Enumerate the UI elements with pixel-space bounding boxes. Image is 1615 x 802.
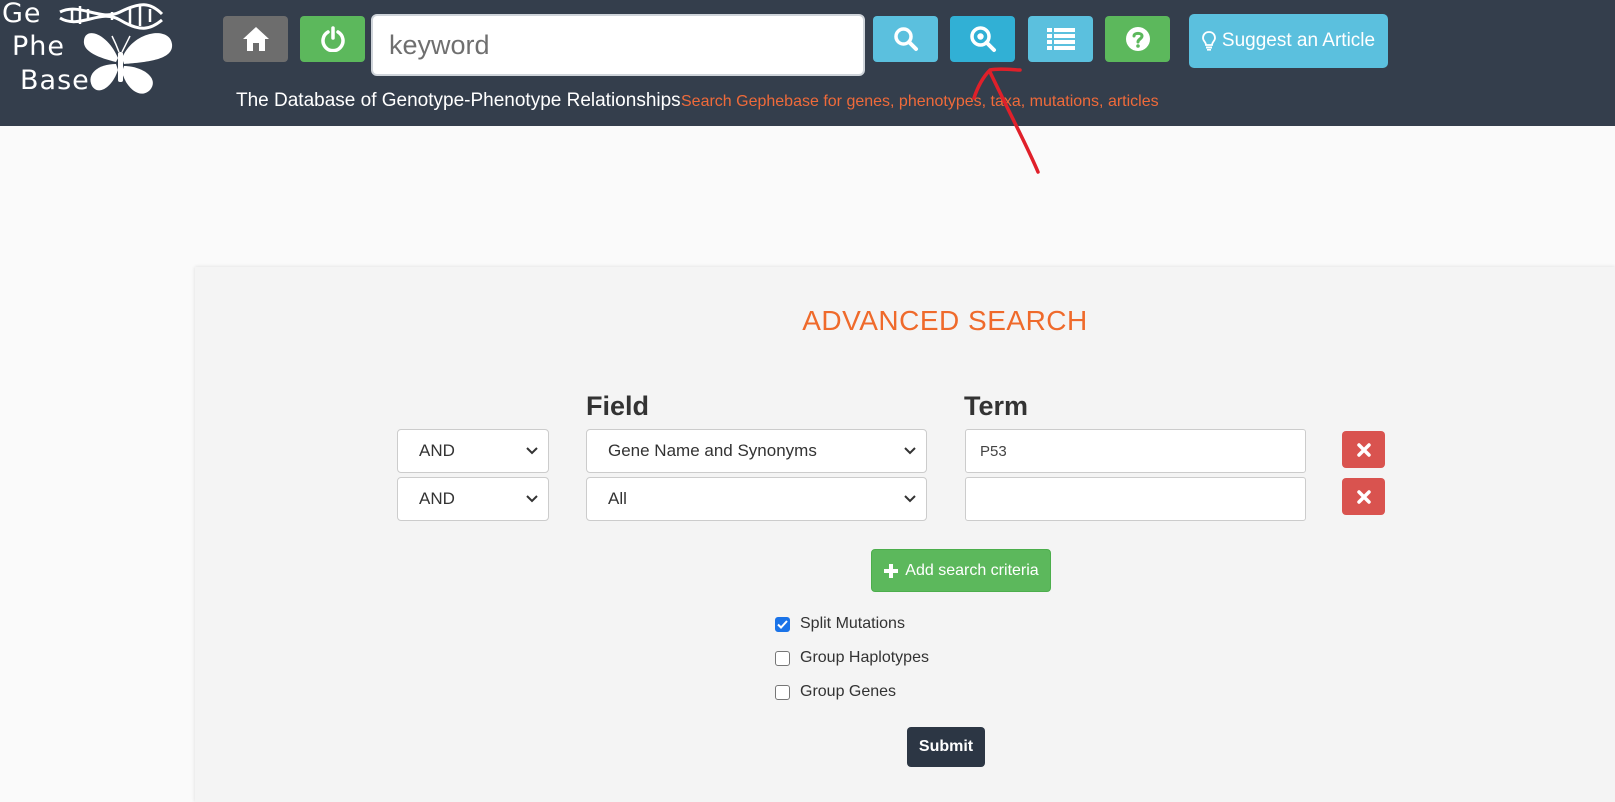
option-group-genes[interactable]: Group Genes (775, 683, 896, 701)
advanced-search-icon (969, 26, 996, 52)
gephebase-logo[interactable]: Ge Phe Base (0, 0, 180, 100)
advanced-search-title: ADVANCED SEARCH (802, 305, 1088, 336)
keyword-search-input[interactable] (371, 14, 865, 76)
option-group-haplotypes[interactable]: Group Haplotypes (775, 649, 929, 667)
suggest-article-button[interactable]: Suggest an Article (1189, 14, 1388, 68)
submit-button[interactable]: Submit (907, 727, 985, 767)
site-tagline: The Database of Genotype-Phenotype Relat… (236, 90, 681, 111)
close-icon (1356, 489, 1371, 504)
help-icon (1125, 27, 1150, 51)
chevron-down-icon (904, 447, 916, 455)
term-input-row-1[interactable] (965, 429, 1306, 473)
advanced-search-button[interactable] (950, 16, 1015, 62)
plus-icon (884, 563, 899, 578)
lightbulb-icon (1202, 31, 1216, 51)
remove-criteria-button-row-1[interactable] (1342, 431, 1385, 468)
term-input-row-2[interactable] (965, 477, 1306, 521)
chevron-down-icon (526, 495, 538, 503)
search-hint-text: Search Gephebase for genes, phenotypes, … (681, 93, 1159, 110)
logo-text-ge: Ge (2, 0, 42, 29)
checkmark-icon (777, 619, 788, 629)
advanced-search-panel (195, 267, 1615, 802)
power-icon (320, 26, 345, 52)
group-genes-label: Group Genes (800, 683, 897, 700)
field-column-header: Field (586, 391, 650, 421)
logo-text-phe: Phe (12, 31, 66, 62)
chevron-down-icon (526, 447, 538, 455)
help-button[interactable] (1105, 16, 1170, 62)
option-split-mutations[interactable]: Split Mutations (775, 615, 905, 633)
search-button[interactable] (873, 16, 938, 62)
split-mutations-checkbox[interactable] (775, 616, 790, 632)
group-genes-checkbox[interactable] (775, 684, 790, 700)
add-search-criteria-button[interactable]: Add search criteria (871, 549, 1051, 592)
list-icon (1046, 28, 1075, 50)
search-icon (893, 27, 918, 51)
navbar: Ge Phe Base keyword Suggest an Article T… (0, 0, 1615, 126)
annotation-arrow-icon (972, 67, 1040, 174)
home-icon (242, 27, 269, 51)
remove-criteria-button-row-2[interactable] (1342, 478, 1385, 515)
operator-select-row-2[interactable]: AND (397, 477, 549, 521)
logo-text-base: Base (20, 65, 90, 96)
chevron-down-icon (904, 495, 916, 503)
browse-list-button[interactable] (1028, 16, 1093, 62)
operator-value: AND (419, 489, 455, 508)
term-column-header: Term (964, 391, 1029, 421)
split-mutations-label: Split Mutations (800, 615, 905, 632)
login-button[interactable] (300, 16, 365, 62)
operator-value: AND (419, 441, 455, 460)
suggest-article-label: Suggest an Article (1221, 30, 1376, 51)
field-value: Gene Name and Synonyms (608, 441, 817, 460)
add-search-criteria-label: Add search criteria (905, 561, 1039, 579)
home-button[interactable] (223, 16, 288, 62)
operator-select-row-1[interactable]: AND (397, 429, 549, 473)
field-select-row-1[interactable]: Gene Name and Synonyms (586, 429, 927, 473)
group-haplotypes-label: Group Haplotypes (800, 649, 929, 666)
group-haplotypes-checkbox[interactable] (775, 650, 790, 666)
field-value: All (608, 489, 627, 508)
close-icon (1356, 442, 1371, 457)
field-select-row-2[interactable]: All (586, 477, 927, 521)
